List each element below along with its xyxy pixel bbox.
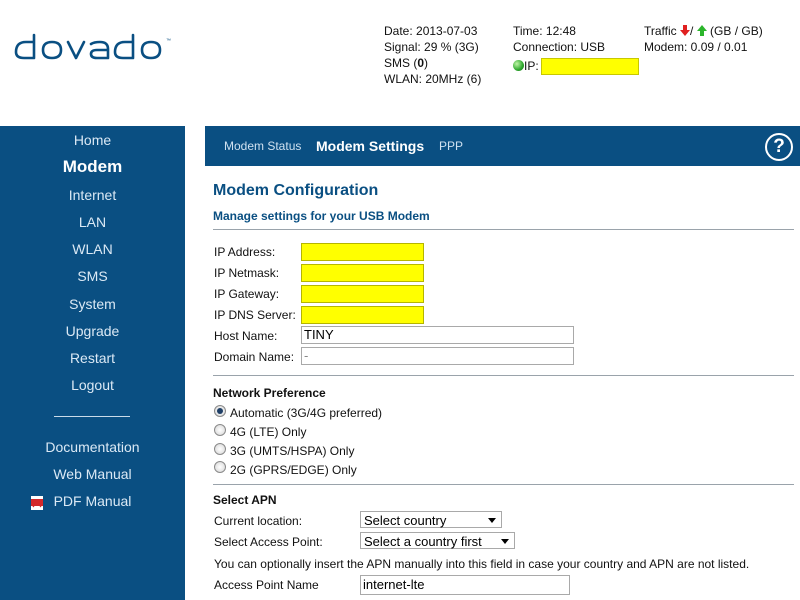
radio-3g[interactable] xyxy=(214,443,226,455)
sidebar-item-logout[interactable]: Logout xyxy=(0,377,185,393)
help-icon[interactable]: ? xyxy=(765,133,793,161)
sidebar-item-sms[interactable]: SMS xyxy=(0,268,185,284)
domain-name-label: Domain Name: xyxy=(214,350,295,364)
logo-trademark: ™ xyxy=(166,38,171,44)
status-column-1: Date: 2013-07-03 Signal: 29 % (3G) SMS (… xyxy=(384,23,481,87)
page-title: Modem Configuration xyxy=(213,182,379,199)
host-name-label: Host Name: xyxy=(214,329,278,343)
sidebar-item-web-manual[interactable]: Web Manual xyxy=(0,466,185,482)
sidebar-item-home[interactable]: Home xyxy=(0,132,185,148)
select-access-point-label: Select Access Point: xyxy=(214,535,323,549)
radio-automatic[interactable] xyxy=(214,405,226,417)
access-point-name-label: Access Point Name xyxy=(214,578,319,592)
access-point-select[interactable]: Select a country first xyxy=(360,532,515,549)
radio-4g-label: 4G (LTE) Only xyxy=(230,425,307,439)
tab-bar: Modem Status Modem Settings PPP ? xyxy=(205,126,800,166)
sms-suffix: ) xyxy=(424,56,429,70)
sidebar-divider xyxy=(54,416,130,417)
radio-automatic-label: Automatic (3G/4G preferred) xyxy=(230,406,383,420)
arrow-up-icon xyxy=(696,25,707,36)
sidebar-item-pdf-manual[interactable]: PDF Manual xyxy=(0,493,185,509)
select-apn-heading: Select APN xyxy=(213,493,277,507)
sidebar-item-system[interactable]: System xyxy=(0,296,185,312)
country-select[interactable]: Select country xyxy=(360,511,502,528)
sidebar: Home Modem Internet LAN WLAN SMS System … xyxy=(0,126,185,600)
sidebar-item-modem[interactable]: Modem xyxy=(0,157,185,177)
dovado-logo: ™ xyxy=(14,33,171,60)
chevron-down-icon xyxy=(488,518,496,523)
status-connection: Connection: USB xyxy=(513,40,606,54)
chevron-down-icon xyxy=(501,539,509,544)
status-ip: IP: xyxy=(513,58,639,76)
sidebar-item-restart[interactable]: Restart xyxy=(0,350,185,366)
ip-label: IP: xyxy=(524,59,539,73)
ip-address-label: IP Address: xyxy=(214,245,276,259)
traffic-sep: / xyxy=(690,24,694,38)
ip-value xyxy=(540,58,639,76)
access-point-name-field[interactable]: internet-lte xyxy=(360,575,570,595)
sidebar-item-upgrade[interactable]: Upgrade xyxy=(0,323,185,339)
status-traffic: Traffic / (GB / GB) xyxy=(644,23,763,39)
section-divider xyxy=(213,484,794,485)
ip-gateway-field[interactable] xyxy=(301,285,424,303)
tab-ppp[interactable]: PPP xyxy=(439,126,463,166)
host-name-field[interactable]: TINY xyxy=(301,326,574,344)
main-content: Modem Configuration Manage settings for … xyxy=(213,166,800,600)
status-sms: SMS (0) xyxy=(384,55,481,71)
arrow-down-icon xyxy=(680,25,691,36)
traffic-prefix: Traffic xyxy=(644,24,677,38)
page-subtitle: Manage settings for your USB Modem xyxy=(213,209,430,223)
ip-dns-label: IP DNS Server: xyxy=(214,308,296,322)
ip-netmask-label: IP Netmask: xyxy=(214,266,280,280)
status-date: Date: 2013-07-03 xyxy=(384,24,478,38)
ip-dns-field[interactable] xyxy=(301,306,424,324)
sidebar-item-lan[interactable]: LAN xyxy=(0,214,185,230)
status-modem-traffic: Modem: 0.09 / 0.01 xyxy=(644,40,748,54)
section-divider xyxy=(213,229,794,230)
network-preference-heading: Network Preference xyxy=(213,386,326,400)
status-time: Time: 12:48 xyxy=(513,24,576,38)
domain-name-field[interactable]: - xyxy=(301,347,574,365)
access-point-select-value: Select a country first xyxy=(364,534,482,549)
status-column-2: Time: 12:48 Connection: USB IP: xyxy=(513,23,639,76)
status-signal: Signal: 29 % (3G) xyxy=(384,40,479,54)
current-location-label: Current location: xyxy=(214,514,303,528)
globe-icon xyxy=(513,60,524,71)
tab-modem-settings[interactable]: Modem Settings xyxy=(316,126,424,166)
traffic-unit: (GB / GB) xyxy=(710,24,763,38)
ip-gateway-label: IP Gateway: xyxy=(214,287,280,301)
tab-modem-status[interactable]: Modem Status xyxy=(224,126,301,166)
sidebar-item-wlan[interactable]: WLAN xyxy=(0,241,185,257)
ip-netmask-field[interactable] xyxy=(301,264,424,282)
radio-3g-label: 3G (UMTS/HSPA) Only xyxy=(230,444,355,458)
apn-help-note: You can optionally insert the APN manual… xyxy=(214,557,750,571)
section-divider xyxy=(213,375,794,376)
sidebar-item-documentation[interactable]: Documentation xyxy=(0,439,185,455)
radio-2g-label: 2G (GPRS/EDGE) Only xyxy=(230,463,357,477)
status-wlan: WLAN: 20MHz (6) xyxy=(384,72,482,86)
status-column-3: Traffic / (GB / GB) Modem: 0.09 / 0.01 xyxy=(644,23,763,55)
sms-prefix: SMS ( xyxy=(384,56,418,70)
ip-address-field[interactable] xyxy=(301,243,424,261)
radio-2g[interactable] xyxy=(214,461,226,473)
radio-4g[interactable] xyxy=(214,424,226,436)
sidebar-item-internet[interactable]: Internet xyxy=(0,187,185,203)
country-select-value: Select country xyxy=(364,513,447,528)
